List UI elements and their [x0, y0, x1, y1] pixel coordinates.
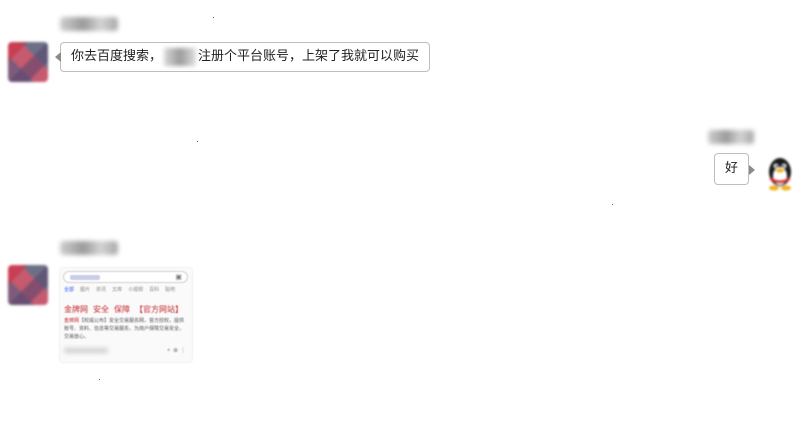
sender-name-redacted: [708, 130, 754, 144]
search-box: ▣: [63, 271, 188, 283]
desc-text: 【权威公布】安全交易服务网，官方授权，提供账号、资料、信息等交易服务，为用户保障…: [64, 318, 185, 340]
tab: 贴吧: [165, 287, 176, 293]
camera-icon: ▣: [175, 273, 182, 281]
qq-penguin-avatar[interactable]: [764, 155, 796, 191]
result-url-redacted: [64, 348, 108, 353]
tab: 图片: [80, 287, 91, 293]
tab: 全部: [64, 287, 75, 293]
result-description: 金牌网【权威公布】安全交易服务网，官方授权，提供账号、资料、信息等交易服务，为用…: [64, 317, 188, 341]
title-part: 安全: [93, 305, 109, 314]
sender-name-redacted: [60, 17, 118, 31]
tab: 资讯: [96, 287, 107, 293]
title-part: 金牌网: [64, 305, 88, 314]
query-redacted: [70, 275, 100, 280]
image-message-screenshot[interactable]: ▣ 全部 图片 资讯 文库 小视频 百科 贴吧 金牌网 安全 保障 【官方网站】 金牌网【权威公布…: [60, 268, 192, 362]
avatar[interactable]: [8, 42, 48, 82]
speck: [213, 17, 214, 18]
message-text: 注册个平台账号，上架了我就可以购买: [198, 49, 420, 64]
tab: 百科: [149, 287, 160, 293]
search-tabs: 全部 图片 资讯 文库 小视频 百科 贴吧: [64, 286, 181, 293]
sender-name-redacted: [60, 241, 118, 255]
result-title: 金牌网 安全 保障 【官方网站】: [64, 304, 188, 315]
speck: [197, 141, 198, 142]
speck: [612, 204, 613, 205]
speck: [99, 379, 100, 380]
tab: 小视频: [128, 287, 144, 293]
message-text: 好: [724, 161, 738, 176]
result-actions: ⚬ ⊕ ⋮: [166, 347, 186, 354]
message-bubble[interactable]: 好: [714, 153, 755, 185]
desc-highlight: 金牌网: [64, 318, 80, 324]
message-text: 你去百度搜索，: [71, 49, 163, 64]
tab: 文库: [112, 287, 123, 293]
title-part: 保障: [114, 305, 130, 314]
message-bubble[interactable]: 你去百度搜索， 注册个平台账号，上架了我就可以购买: [54, 42, 431, 72]
redacted-text: [164, 47, 197, 66]
avatar[interactable]: [8, 265, 48, 305]
title-part: 【官方网站】: [135, 305, 183, 314]
